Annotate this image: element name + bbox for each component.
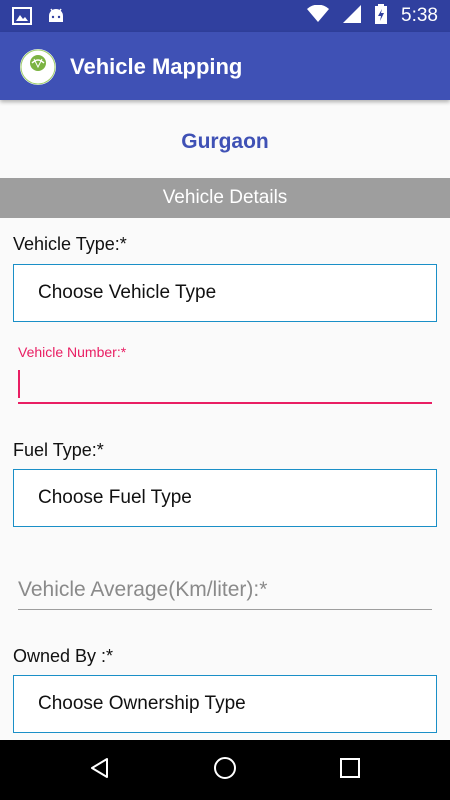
- fuel-type-select[interactable]: Choose Fuel Type: [13, 469, 437, 527]
- app-title: Vehicle Mapping: [70, 54, 243, 79]
- owned-by-select[interactable]: Choose Ownership Type: [13, 675, 437, 733]
- owned-by-label: Owned By :*: [13, 646, 114, 666]
- status-time: 5:38: [401, 5, 438, 26]
- recents-button[interactable]: [334, 754, 366, 786]
- app-logo: [20, 49, 56, 85]
- vehicle-type-select[interactable]: Choose Vehicle Type: [13, 264, 437, 322]
- navigation-bar: [0, 740, 450, 800]
- status-bar: 5:38: [0, 0, 450, 32]
- image-icon: [12, 7, 32, 29]
- vehicle-number-input[interactable]: [18, 366, 432, 404]
- home-icon: [212, 755, 238, 785]
- back-button[interactable]: [84, 754, 116, 786]
- fuel-type-value: Choose Fuel Type: [38, 487, 192, 508]
- recents-icon: [339, 757, 361, 783]
- city-title: Gurgaon: [181, 130, 269, 153]
- home-button[interactable]: [209, 754, 241, 786]
- app-bar: Vehicle Mapping: [0, 32, 450, 100]
- vehicle-average-input[interactable]: Vehicle Average(Km/liter):*: [18, 574, 432, 610]
- vehicle-average-hint: Vehicle Average(Km/liter):*: [18, 578, 268, 601]
- vehicle-type-label: Vehicle Type:*: [13, 234, 127, 254]
- battery-icon: [375, 4, 388, 28]
- vehicle-number-label: Vehicle Number:*: [18, 344, 127, 360]
- back-icon: [88, 756, 112, 784]
- signal-icon: [343, 5, 362, 27]
- wifi-icon: [307, 4, 330, 27]
- vehicle-type-value: Choose Vehicle Type: [38, 282, 217, 303]
- text-cursor: [18, 370, 20, 398]
- fuel-type-label: Fuel Type:*: [13, 440, 104, 460]
- section-header: Vehicle Details: [0, 178, 450, 218]
- android-icon: [46, 6, 66, 30]
- owned-by-value: Choose Ownership Type: [38, 693, 246, 714]
